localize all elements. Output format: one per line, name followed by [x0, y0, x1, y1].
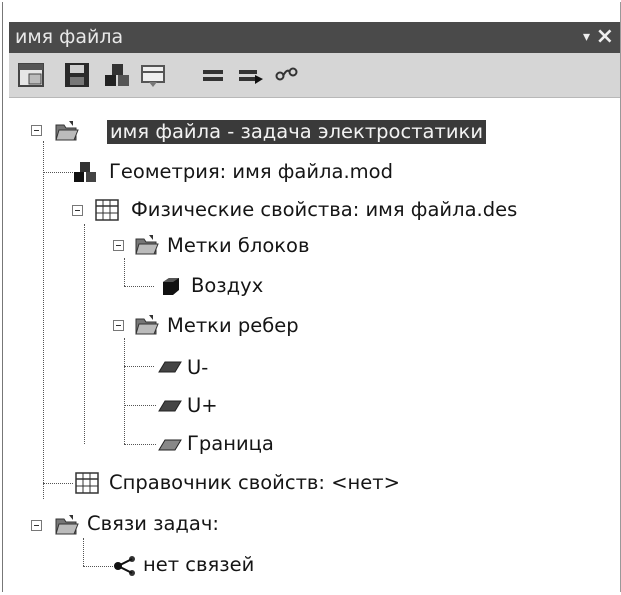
root-problem-label[interactable]: имя файла - задача электростатики	[107, 120, 486, 144]
equals-arrow-icon	[239, 70, 263, 84]
folder-open-icon	[135, 234, 159, 256]
panel-title: имя файла	[15, 26, 124, 48]
close-icon[interactable]: ×	[596, 24, 614, 49]
link-icon	[275, 67, 298, 81]
tree-connector	[124, 286, 154, 287]
folder-open-icon	[55, 120, 79, 142]
tree-connector	[83, 566, 113, 567]
problem-tree-panel: имя файла ▾ × имя файла - задача электро…	[2, 2, 621, 592]
collapse-root-toggle[interactable]	[31, 125, 42, 136]
open-window-icon	[18, 63, 44, 87]
link-button[interactable]	[273, 61, 301, 89]
table-icon	[95, 199, 119, 221]
geometry-icon	[73, 161, 97, 183]
collapse-physics-toggle[interactable]	[72, 205, 83, 216]
dropdown-arrow-icon[interactable]: ▾	[583, 29, 590, 45]
panel-titlebar: имя файла ▾ ×	[9, 22, 620, 53]
block-cube-icon	[159, 276, 183, 298]
problem-tree: имя файла - задача электростатики Геомет…	[3, 98, 620, 592]
share-links-icon	[113, 555, 137, 577]
tree-connector	[124, 405, 156, 406]
edge-parallelogram-icon	[158, 395, 182, 417]
save-icon	[65, 63, 89, 87]
tree-connector	[124, 258, 125, 286]
collapse-edge-labels-toggle[interactable]	[113, 320, 124, 331]
block-label-air[interactable]: Воздух	[191, 274, 263, 298]
equals-icon	[203, 70, 223, 81]
tree-connector	[124, 444, 156, 445]
geometry-button[interactable]	[103, 61, 131, 89]
equals-button[interactable]	[199, 61, 227, 89]
block-labels-folder[interactable]: Метки блоков	[167, 234, 309, 258]
edge-label-u-minus[interactable]: U-	[187, 356, 208, 380]
edge-label-u-plus[interactable]: U+	[187, 394, 218, 418]
edge-label-boundary[interactable]: Граница	[187, 432, 274, 456]
tree-connector	[43, 483, 73, 484]
edge-labels-folder[interactable]: Метки ребер	[167, 314, 299, 338]
geometry-label[interactable]: Геометрия: имя файла.mod	[109, 160, 393, 184]
no-links-label: нет связей	[143, 553, 255, 576]
panel-toolbar	[9, 53, 620, 98]
tree-connector	[43, 141, 44, 499]
tree-connector	[84, 224, 85, 444]
properties-icon	[141, 65, 165, 87]
collapse-links-toggle[interactable]	[31, 520, 42, 531]
tree-connector	[83, 538, 84, 566]
equals-arrow-button[interactable]	[237, 61, 265, 89]
problem-links-label[interactable]: Связи задач:	[87, 512, 219, 536]
tree-connector	[124, 366, 154, 367]
tree-connector	[124, 338, 125, 444]
tree-connector	[43, 172, 73, 173]
table-icon	[75, 472, 99, 494]
property-reference-label[interactable]: Справочник свойств: <нет>	[109, 471, 400, 495]
collapse-block-labels-toggle[interactable]	[113, 240, 124, 251]
open-window-button[interactable]	[17, 61, 45, 89]
edge-parallelogram-icon	[158, 434, 182, 456]
properties-button[interactable]	[139, 61, 167, 89]
physics-properties-label[interactable]: Физические свойства: имя файла.des	[131, 198, 517, 222]
save-button[interactable]	[63, 61, 91, 89]
geometry-icon	[105, 64, 129, 86]
edge-parallelogram-icon	[158, 356, 182, 378]
folder-open-icon	[135, 314, 159, 336]
folder-open-icon	[55, 514, 79, 536]
